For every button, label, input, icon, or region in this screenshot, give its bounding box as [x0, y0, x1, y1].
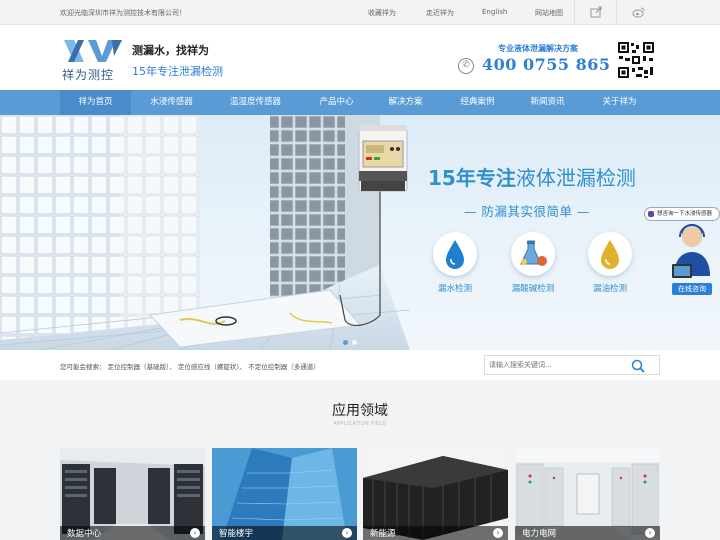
nav-item-solutions[interactable]: 解决方案 [369, 90, 442, 115]
hero-banner[interactable]: 15年专注液体泄漏检测 — 防漏其实很简单 — 漏水检测 漏酸碱检测 漏油检测 [0, 115, 720, 350]
hot-searches-terms[interactable]: 定位控制器（基础版）、 定位感应线（螺旋状）、 不定位控制器（多通道） [108, 363, 320, 371]
consult-bubble[interactable]: 想咨询一下水浸传感器 [644, 207, 720, 221]
hot-searches-label: 您可能会搜索： [60, 363, 106, 371]
main-nav: 祥为首页 水浸传感器 温湿度传感器 产品中心 解决方案 经典案例 新闻资讯 关于… [0, 90, 720, 115]
feature-oil-label: 漏油检测 [592, 284, 627, 294]
feature-water[interactable]: 漏水检测 [430, 232, 480, 294]
nav-item-about[interactable]: 关于祥为 [583, 90, 656, 115]
feature-water-label: 漏水检测 [437, 284, 472, 294]
hotline-phone: 400 0755 865 [482, 55, 611, 74]
divider [616, 0, 617, 25]
top-link-english[interactable]: English [482, 8, 507, 16]
top-bar: 欢迎光临深圳市祥为测控技术有限公司！ 收藏祥为 走近祥为 English 网站地… [0, 0, 720, 25]
phone-icon: ✆ [458, 58, 474, 74]
share-icon[interactable] [589, 5, 603, 19]
qr-code-icon [616, 40, 656, 80]
search-box [484, 355, 660, 375]
arrow-right-icon[interactable]: › [190, 528, 200, 538]
application-card-datacenter[interactable]: 数据中心 › [60, 448, 205, 540]
header: 祥为测控 测漏水，找祥为 15年专注泄漏检测 专业液体泄漏解决方案 ✆ 400 … [0, 25, 720, 90]
card-caption: 新能源 › [363, 526, 508, 540]
banner-title: 15年专注液体泄漏检测 [428, 166, 636, 190]
nav-item-products[interactable]: 产品中心 [300, 90, 373, 115]
water-drop-icon [433, 232, 477, 276]
card-caption: 电力电网 › [515, 526, 660, 540]
card-caption: 数据中心 › [60, 526, 205, 540]
online-consult-widget[interactable]: 想咨询一下水浸传感器 在线咨询 [644, 207, 720, 297]
nav-item-cases[interactable]: 经典案例 [441, 90, 514, 115]
hot-searches: 您可能会搜索： 定位控制器（基础版）、 定位感应线（螺旋状）、 不定位控制器（多… [60, 361, 320, 371]
arrow-right-icon[interactable]: › [645, 528, 655, 538]
carousel-dot[interactable] [352, 340, 357, 345]
feature-acid-label: 漏酸碱检测 [511, 284, 555, 294]
section-subtitle: APPLICATION FIELD [333, 421, 387, 427]
feature-acid[interactable]: 漏酸碱检测 [508, 232, 558, 294]
nav-item-home[interactable]: 祥为首页 [60, 90, 131, 115]
search-bar: 您可能会搜索： 定位控制器（基础版）、 定位感应线（螺旋状）、 不定位控制器（多… [0, 350, 720, 380]
chat-icon [648, 211, 654, 217]
top-link-sitemap[interactable]: 网站地图 [535, 8, 563, 18]
oil-drop-icon [588, 232, 632, 276]
arrow-right-icon[interactable]: › [342, 528, 352, 538]
application-card-building[interactable]: 智能楼宇 › [212, 448, 357, 540]
carousel-dots [343, 330, 361, 349]
slogan-main: 测漏水，找祥为 [132, 44, 209, 57]
carousel-dot[interactable] [343, 340, 348, 345]
nav-item-temp-humidity[interactable]: 温湿度传感器 [219, 90, 292, 115]
slogan-sub: 15年专注泄漏检测 [132, 65, 223, 78]
application-card-power-grid[interactable]: 电力电网 › [515, 448, 660, 540]
banner-subtitle: — 防漏其实很简单 — [464, 204, 590, 219]
top-link-favorite[interactable]: 收藏祥为 [368, 8, 396, 18]
divider [574, 0, 575, 25]
top-link-about[interactable]: 走近祥为 [426, 8, 454, 18]
agent-avatar-icon [672, 224, 710, 278]
section-title: 应用领域 [332, 403, 388, 419]
card-caption: 智能楼宇 › [212, 526, 357, 540]
arrow-right-icon[interactable]: › [493, 528, 503, 538]
hotline-title: 专业液体泄漏解决方案 [498, 44, 578, 53]
nav-item-news[interactable]: 新闻资讯 [511, 90, 584, 115]
application-card-new-energy[interactable]: 新能源 › [363, 448, 508, 540]
feature-oil[interactable]: 漏油检测 [585, 232, 635, 294]
flask-icon [511, 232, 555, 276]
logo-icon[interactable] [62, 38, 124, 64]
weibo-icon[interactable] [632, 5, 646, 19]
welcome-text: 欢迎光临深圳市祥为测控技术有限公司！ [60, 9, 186, 17]
search-input[interactable] [489, 358, 629, 372]
nav-item-water-sensor[interactable]: 水浸传感器 [135, 90, 208, 115]
online-consult-button[interactable]: 在线咨询 [672, 283, 712, 295]
logo-name: 祥为测控 [62, 68, 115, 82]
search-icon[interactable] [631, 359, 645, 373]
